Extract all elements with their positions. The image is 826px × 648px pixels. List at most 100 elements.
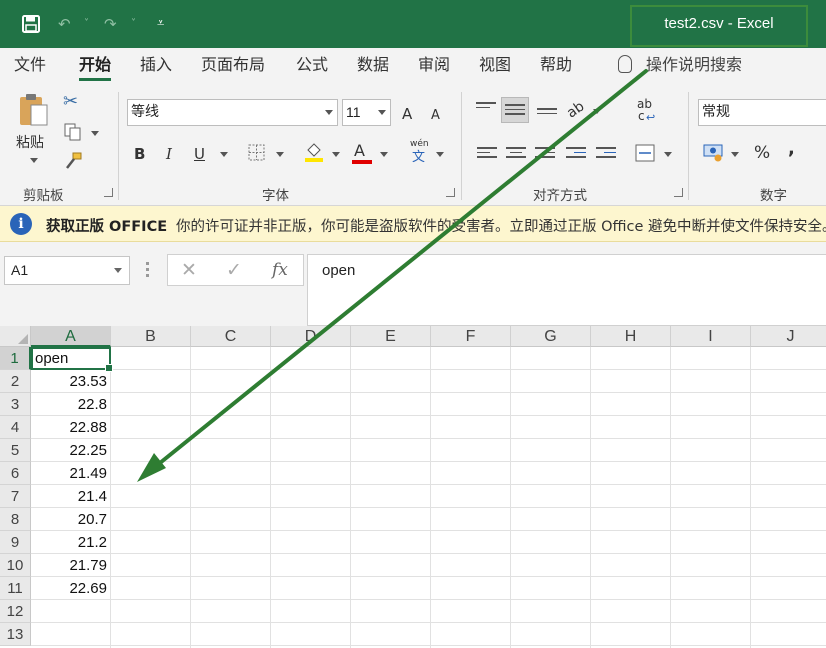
clipboard-launcher-icon[interactable] <box>104 188 113 197</box>
column-header-f[interactable]: F <box>431 326 511 347</box>
align-left-icon[interactable] <box>477 147 497 161</box>
column-header-e[interactable]: E <box>351 326 431 347</box>
paste-button[interactable]: 粘贴 <box>16 133 44 153</box>
row-header-5[interactable]: 5 <box>0 439 31 462</box>
tab-file[interactable]: 文件 <box>14 54 46 76</box>
fill-color-icon[interactable] <box>304 141 324 163</box>
top-align-icon[interactable] <box>476 102 496 116</box>
font-size-select[interactable]: 11 <box>342 99 391 126</box>
bottom-align-icon[interactable] <box>537 108 557 122</box>
fill-color-dropdown-icon[interactable] <box>332 152 340 157</box>
cell-a9[interactable]: 21.2 <box>31 531 111 554</box>
undo-icon[interactable]: ↶ <box>58 14 71 34</box>
comma-button[interactable]: , <box>788 139 795 159</box>
row-header-10[interactable]: 10 <box>0 554 31 577</box>
cell-a10[interactable]: 21.79 <box>31 554 111 577</box>
tab-view[interactable]: 视图 <box>479 54 511 76</box>
underline-dropdown-icon[interactable] <box>220 152 228 157</box>
row-header-11[interactable]: 11 <box>0 577 31 600</box>
font-name-select[interactable]: 等线 <box>127 99 338 126</box>
tab-formulas[interactable]: 公式 <box>296 54 328 76</box>
column-header-i[interactable]: I <box>671 326 751 347</box>
save-icon[interactable] <box>22 15 40 33</box>
row-header-1[interactable]: 1 <box>0 347 31 370</box>
orientation-icon[interactable]: ab <box>563 97 589 123</box>
percent-button[interactable]: % <box>754 143 770 163</box>
cell-a2[interactable]: 23.53 <box>31 370 111 393</box>
cell-a3[interactable]: 22.8 <box>31 393 111 416</box>
borders-dropdown-icon[interactable] <box>276 152 284 157</box>
cell-a12[interactable] <box>31 600 111 623</box>
column-header-a[interactable]: A <box>31 326 111 347</box>
tell-me-search[interactable]: 操作说明搜索 <box>618 54 742 76</box>
row-header-12[interactable]: 12 <box>0 600 31 623</box>
cancel-icon[interactable]: ✕ <box>181 259 197 281</box>
merge-dropdown-icon[interactable] <box>664 152 672 157</box>
grow-font-button[interactable]: A <box>402 104 412 124</box>
tab-help[interactable]: 帮助 <box>540 54 572 76</box>
enter-icon[interactable]: ✓ <box>226 259 242 281</box>
insert-function-button[interactable]: fx <box>272 259 288 281</box>
row-header-4[interactable]: 4 <box>0 416 31 439</box>
column-header-j[interactable]: J <box>751 326 826 347</box>
cell-a13[interactable] <box>31 623 111 646</box>
font-launcher-icon[interactable] <box>446 188 455 197</box>
tab-page-layout[interactable]: 页面布局 <box>201 54 265 76</box>
phonetic-dropdown-icon[interactable] <box>436 152 444 157</box>
shrink-font-button[interactable]: A <box>431 106 440 126</box>
column-header-d[interactable]: D <box>271 326 351 347</box>
worksheet-grid[interactable]: A B C D E F G H I J 1 open 2 23.53 3 22.8 4 22.88 5 22.25 6 2… <box>0 326 826 648</box>
row-header-6[interactable]: 6 <box>0 462 31 485</box>
alignment-launcher-icon[interactable] <box>674 188 683 197</box>
row-header-8[interactable]: 8 <box>0 508 31 531</box>
tab-data[interactable]: 数据 <box>357 54 389 76</box>
underline-button[interactable]: U <box>194 144 205 164</box>
borders-icon[interactable] <box>248 144 265 161</box>
align-right-icon[interactable] <box>535 147 555 161</box>
number-format-select[interactable]: 常规 <box>698 99 826 126</box>
tab-insert[interactable]: 插入 <box>140 54 172 76</box>
align-center-icon[interactable] <box>506 147 526 161</box>
row-header-3[interactable]: 3 <box>0 393 31 416</box>
cell-a1[interactable]: open <box>31 347 113 372</box>
phonetic-bottom[interactable]: 文 <box>412 148 425 168</box>
cell-a4[interactable]: 22.88 <box>31 416 111 439</box>
redo-icon[interactable]: ↷ <box>104 14 117 34</box>
customize-qat-icon[interactable]: ⩡ <box>157 14 164 34</box>
tab-review[interactable]: 审阅 <box>418 54 450 76</box>
wrap-text-bottom[interactable]: c <box>638 110 645 123</box>
cell-a5[interactable]: 22.25 <box>31 439 111 462</box>
select-all-button[interactable] <box>0 326 31 347</box>
column-header-h[interactable]: H <box>591 326 671 347</box>
copy-dropdown-icon[interactable] <box>91 131 99 136</box>
increase-indent-icon[interactable] <box>596 147 616 161</box>
formula-input[interactable]: open <box>307 254 826 326</box>
column-header-c[interactable]: C <box>191 326 271 347</box>
row-header-7[interactable]: 7 <box>0 485 31 508</box>
paste-dropdown-icon[interactable] <box>30 158 38 163</box>
format-painter-icon[interactable] <box>64 152 82 170</box>
cell-a8[interactable]: 20.7 <box>31 508 111 531</box>
cell-a6[interactable]: 21.49 <box>31 462 111 485</box>
cut-icon[interactable]: ✂ <box>63 92 78 112</box>
cell-a11[interactable]: 22.69 <box>31 577 111 600</box>
row-header-9[interactable]: 9 <box>0 531 31 554</box>
row-header-13[interactable]: 13 <box>0 623 31 646</box>
undo-dropdown-icon[interactable]: ˅ <box>84 14 89 34</box>
column-header-g[interactable]: G <box>511 326 591 347</box>
decrease-indent-icon[interactable] <box>566 147 586 161</box>
column-header-b[interactable]: B <box>111 326 191 347</box>
middle-align-button[interactable] <box>501 97 529 123</box>
redo-dropdown-icon[interactable]: ˅ <box>131 14 136 34</box>
copy-icon[interactable] <box>64 123 82 141</box>
font-color-button[interactable]: A <box>354 141 365 161</box>
orientation-dropdown-icon[interactable] <box>593 109 601 114</box>
row-header-2[interactable]: 2 <box>0 370 31 393</box>
merge-center-icon[interactable] <box>635 144 655 162</box>
formula-bar-grip-icon[interactable] <box>146 262 149 278</box>
bold-button[interactable]: B <box>134 144 145 164</box>
paste-icon[interactable] <box>18 92 50 128</box>
tab-home[interactable]: 开始 <box>79 54 112 81</box>
cell-a7[interactable]: 21.4 <box>31 485 111 508</box>
currency-dropdown-icon[interactable] <box>731 152 739 157</box>
